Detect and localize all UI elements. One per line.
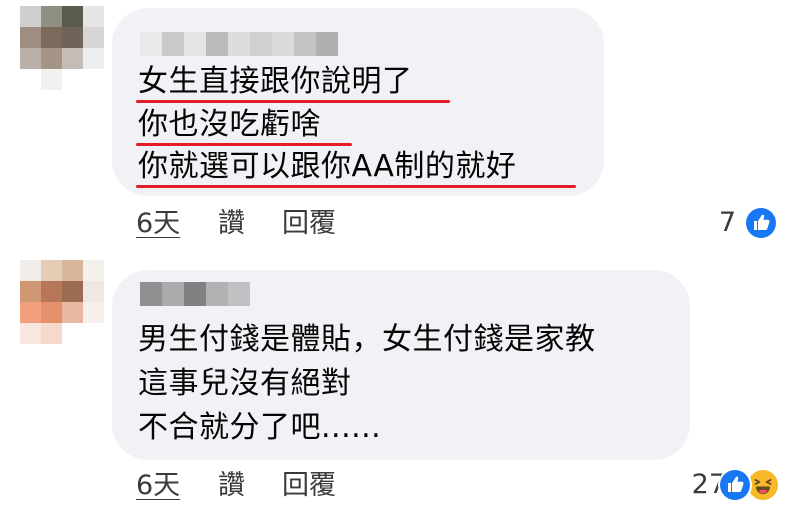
comment-1: 女生直接跟你說明了 你也沒吃虧啥 你就選可以跟你AA制的就好 6天 讚 回覆 7 — [0, 0, 800, 250]
like-icon — [720, 470, 750, 500]
avatar-pixel — [62, 260, 83, 281]
comment-actions: 6天 讚 回覆 — [136, 470, 436, 502]
like-button[interactable]: 讚 — [218, 208, 245, 240]
comment-text-line-2: 這事兒沒有絕對 — [138, 366, 352, 401]
avatar-pixel — [62, 6, 83, 27]
avatar-pixel — [83, 27, 104, 48]
avatar-pixel — [20, 302, 41, 323]
author-pixel — [228, 282, 250, 306]
author-pixel — [162, 32, 184, 56]
avatar-pixel — [62, 281, 83, 302]
avatar-pixel — [83, 323, 104, 344]
like-button[interactable]: 讚 — [218, 470, 245, 502]
reply-button[interactable]: 回覆 — [282, 470, 336, 502]
highlight-underline — [136, 100, 450, 103]
avatar-pixel — [20, 260, 41, 281]
avatar-pixel — [20, 27, 41, 48]
avatar-pixel — [83, 281, 104, 302]
comment-text-line-3: 你就選可以跟你AA制的就好 — [138, 149, 517, 184]
author-pixel — [184, 282, 206, 306]
avatar-pixel — [83, 260, 104, 281]
avatar-pixel — [41, 27, 62, 48]
author-pixel — [250, 32, 272, 56]
reaction-summary[interactable]: 7 — [690, 206, 782, 240]
haha-icon — [748, 470, 778, 500]
avatar[interactable] — [20, 6, 104, 90]
avatar-pixel — [20, 48, 41, 69]
comment-2: 男生付錢是體貼，女生付錢是家教 這事兒沒有絕對 不合就分了吧...... 6天 … — [0, 250, 800, 510]
avatar-pixel — [83, 48, 104, 69]
author-pixel — [184, 32, 206, 56]
timestamp-link[interactable]: 6天 — [136, 208, 180, 240]
author-pixel — [140, 32, 162, 56]
avatar-pixel — [41, 281, 62, 302]
avatar-pixel — [41, 6, 62, 27]
author-pixel — [228, 32, 250, 56]
author-pixel — [316, 32, 338, 56]
avatar-pixel — [62, 48, 83, 69]
avatar-pixel — [62, 27, 83, 48]
comment-text-line-2: 你也沒吃虧啥 — [138, 107, 321, 142]
avatar-pixel — [41, 323, 62, 344]
comment-bubble: 男生付錢是體貼，女生付錢是家教 這事兒沒有絕對 不合就分了吧...... — [112, 270, 690, 460]
author-pixel — [294, 32, 316, 56]
avatar-pixel — [62, 302, 83, 323]
author-name[interactable] — [140, 32, 338, 56]
reply-button[interactable]: 回覆 — [282, 208, 336, 240]
reaction-count: 7 — [718, 207, 736, 238]
author-name[interactable] — [140, 282, 250, 306]
author-pixel — [206, 282, 228, 306]
avatar-pixel — [83, 302, 104, 323]
highlight-underline — [136, 143, 352, 146]
author-pixel — [162, 282, 184, 306]
avatar-pixel — [41, 302, 62, 323]
avatar-pixel — [41, 260, 62, 281]
avatar-pixel — [20, 6, 41, 27]
avatar-pixel — [62, 323, 83, 344]
avatar-pixel — [62, 69, 83, 90]
comment-text-line-1: 男生付錢是體貼，女生付錢是家教 — [138, 322, 596, 357]
highlight-underline — [136, 185, 576, 188]
comment-text-line-3: 不合就分了吧...... — [138, 410, 382, 445]
avatar-pixel — [83, 69, 104, 90]
avatar-pixel — [20, 323, 41, 344]
avatar-pixel — [20, 281, 41, 302]
timestamp-link[interactable]: 6天 — [136, 470, 180, 502]
comment-actions: 6天 讚 回覆 — [136, 208, 436, 240]
comment-bubble: 女生直接跟你說明了 你也沒吃虧啥 你就選可以跟你AA制的就好 — [112, 8, 604, 196]
author-pixel — [206, 32, 228, 56]
avatar[interactable] — [20, 260, 104, 344]
comment-text-line-1: 女生直接跟你說明了 — [138, 64, 413, 99]
avatar-pixel — [20, 69, 41, 90]
author-pixel — [272, 32, 294, 56]
author-pixel — [140, 282, 162, 306]
avatar-pixel — [41, 69, 62, 90]
like-icon — [746, 208, 776, 238]
avatar-pixel — [83, 6, 104, 27]
avatar-pixel — [41, 48, 62, 69]
reaction-summary[interactable]: 27 — [660, 468, 784, 502]
